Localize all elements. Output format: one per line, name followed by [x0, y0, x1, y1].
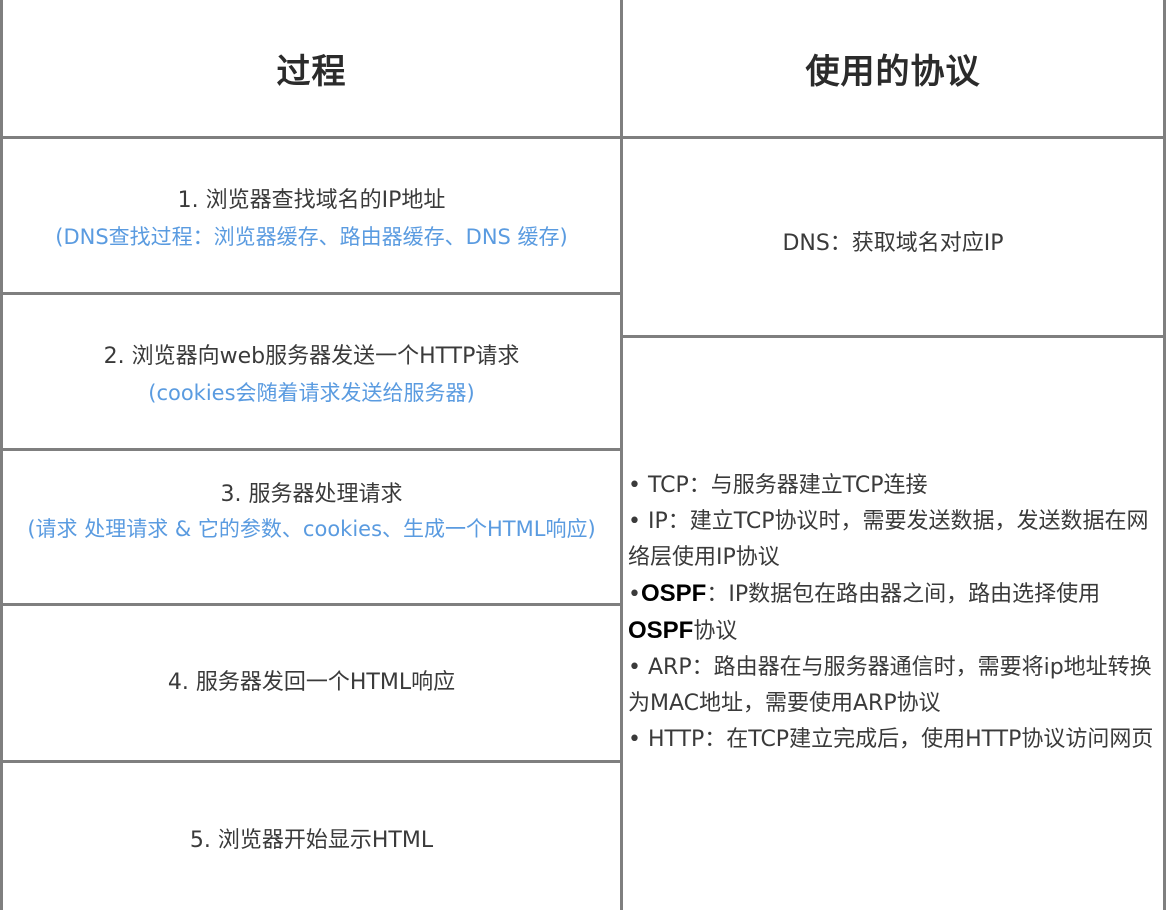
- protocol-name: TCP: [647, 473, 689, 498]
- protocol-list: • TCP：与服务器建立TCP连接 • IP：建立TCP协议时，需要发送数据，发…: [628, 468, 1158, 758]
- protocol-name: ARP: [647, 655, 692, 680]
- protocol-desc: ：在TCP建立完成后，使用HTTP协议访问网页: [704, 727, 1154, 752]
- protocol-desc: ：与服务器建立TCP连接: [688, 473, 928, 498]
- bullet: •: [628, 655, 648, 680]
- bullet: •: [628, 582, 641, 607]
- protocol-name: IP: [647, 509, 668, 534]
- protocol-desc: ：IP数据包在路由器之间，路由选择使用: [706, 582, 1101, 607]
- protocol-item-tcp: • TCP：与服务器建立TCP连接: [628, 468, 1158, 504]
- step-row-2: 2. 浏览器向web服务器发送一个HTTP请求 (cookies会随着请求发送给…: [3, 295, 620, 448]
- protocol-name-inline: OSPF: [628, 617, 694, 644]
- step-row-3: 3. 服务器处理请求 (请求 处理请求 & 它的参数、cookies、生成一个H…: [3, 451, 620, 603]
- protocol-item-ospf: •OSPF：IP数据包在路由器之间，路由选择使用 OSPF协议: [628, 576, 1158, 650]
- bullet: •: [628, 727, 648, 752]
- step-row-1: 1. 浏览器查找域名的IP地址 (DNS查找过程：浏览器缓存、路由器缓存、DNS…: [3, 139, 620, 292]
- step-row-5: 5. 浏览器开始显示HTML: [3, 763, 620, 910]
- header-protocol: 使用的协议: [805, 51, 981, 92]
- protocol-divider: [620, 335, 1166, 338]
- protocol-name: OSPF: [640, 580, 707, 607]
- protocol-dns: DNS：获取域名对应IP: [782, 231, 1004, 256]
- step-1-note: (DNS查找过程：浏览器缓存、路由器缓存、DNS 缓存): [55, 225, 568, 249]
- header-process-cell: 过程: [3, 0, 620, 136]
- step-4-label: 4. 服务器发回一个HTML响应: [167, 670, 456, 695]
- protocol-name: HTTP: [647, 727, 705, 752]
- bullet: •: [628, 473, 648, 498]
- protocol-desc: ：路由器在与服务器通信时，需要将ip地址转换为MAC地址，需要使用ARP协议: [628, 655, 1152, 716]
- protocol-desc: ：建立TCP协议时，需要发送数据，发送数据在网络层使用IP协议: [628, 509, 1149, 570]
- step-5-label: 5. 浏览器开始显示HTML: [189, 828, 434, 853]
- step-row-4: 4. 服务器发回一个HTML响应: [3, 606, 620, 760]
- step-3-label: 3. 服务器处理请求: [220, 482, 403, 507]
- protocol-item-http: • HTTP：在TCP建立完成后，使用HTTP协议访问网页: [628, 722, 1158, 758]
- step-2-label: 2. 浏览器向web服务器发送一个HTTP请求: [103, 344, 520, 369]
- header-process: 过程: [276, 51, 347, 92]
- step-1-label: 1. 浏览器查找域名的IP地址: [177, 188, 446, 213]
- protocol-item-arp: • ARP：路由器在与服务器通信时，需要将ip地址转换为MAC地址，需要使用AR…: [628, 650, 1158, 722]
- step-2-note: (cookies会随着请求发送给服务器): [148, 381, 475, 405]
- protocol-item-ip: • IP：建立TCP协议时，需要发送数据，发送数据在网络层使用IP协议: [628, 504, 1158, 576]
- header-protocol-cell: 使用的协议: [623, 0, 1163, 136]
- protocol-desc-tail: 协议: [693, 619, 738, 644]
- step-3-note: (请求 处理请求 & 它的参数、cookies、生成一个HTML响应): [27, 517, 596, 541]
- protocol-dns-cell: DNS：获取域名对应IP: [623, 139, 1163, 335]
- bullet: •: [628, 509, 648, 534]
